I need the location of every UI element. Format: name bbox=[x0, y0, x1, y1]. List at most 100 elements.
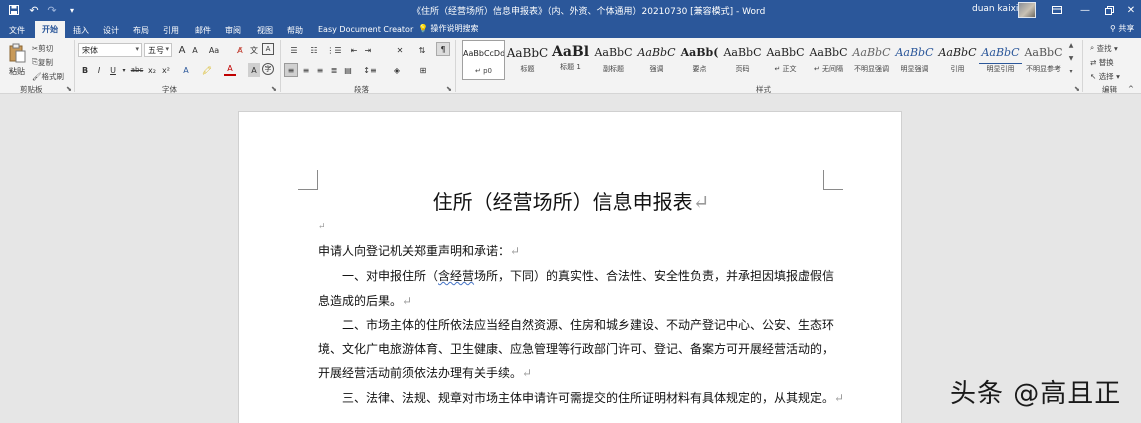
font-name-combo[interactable]: 宋体 ▾ bbox=[78, 43, 142, 57]
font-size-combo[interactable]: 五号 ▾ bbox=[144, 43, 172, 57]
justify-icon[interactable]: ≣ bbox=[328, 63, 340, 77]
style-page-number[interactable]: AaBbC 页码 bbox=[721, 40, 764, 80]
format-painter-button[interactable]: 🖌 格式刷 bbox=[32, 69, 64, 83]
highlight-icon[interactable]: 🖍 bbox=[200, 63, 214, 77]
style-heading-1[interactable]: AaBl 标题 1 bbox=[549, 40, 592, 80]
tab-layout[interactable]: 布局 bbox=[130, 23, 152, 38]
show-marks-icon[interactable]: ¶ bbox=[436, 42, 450, 56]
style-name: 引用 bbox=[950, 65, 965, 73]
styles-launcher-icon[interactable]: ⬊ bbox=[1074, 85, 1080, 93]
decrease-indent-icon[interactable]: ⇤ bbox=[348, 43, 360, 57]
paragraph-2-line-3[interactable]: 开展经营活动前须依法办理有关手续。↵ bbox=[318, 364, 532, 381]
style-subtitle[interactable]: AaBbC 副标题 bbox=[592, 40, 635, 80]
style-intense-quote[interactable]: AaBbC 明显引用 bbox=[979, 40, 1022, 80]
line-spacing-icon[interactable]: ↕≡ bbox=[362, 63, 378, 77]
tab-references[interactable]: 引用 bbox=[160, 23, 182, 38]
style-p0[interactable]: AaBbCcDdI ↵ p0 bbox=[462, 40, 505, 80]
tab-view[interactable]: 视图 bbox=[254, 23, 276, 38]
style-subtle-emphasis[interactable]: AaBbC 不明显强调 bbox=[850, 40, 893, 80]
find-button[interactable]: ⌕ 查找 ▾ bbox=[1090, 41, 1118, 55]
paragraph-2-line-2[interactable]: 境、文化广电旅游体育、卫生健康、应急管理等行政部门许可、登记、备案方可开展经营活… bbox=[318, 340, 834, 357]
paste-icon[interactable] bbox=[6, 42, 28, 64]
strikethrough-button[interactable]: abc bbox=[130, 63, 144, 77]
intro-paragraph[interactable]: 申请人向登记机关郑重声明和承诺：↵ bbox=[318, 242, 520, 259]
ribbon-display-icon[interactable] bbox=[1043, 0, 1071, 20]
avatar[interactable] bbox=[1018, 2, 1036, 18]
character-shading-icon[interactable]: A bbox=[248, 63, 260, 77]
style-normal[interactable]: AaBbC ↵ 正文 bbox=[764, 40, 807, 80]
collapse-ribbon-icon[interactable]: ^ bbox=[1128, 82, 1134, 96]
paragraph-launcher-icon[interactable]: ⬊ bbox=[446, 85, 452, 93]
style-emphasis[interactable]: AaBbC 强调 bbox=[635, 40, 678, 80]
share-button[interactable]: ⚲ 共享 bbox=[1110, 23, 1134, 34]
clear-format-icon[interactable]: A̸ bbox=[234, 43, 246, 57]
style-intense-emphasis[interactable]: AaBbC 明显强调 bbox=[893, 40, 936, 80]
document-title[interactable]: 住所（经营场所）信息申报表↵ bbox=[239, 186, 903, 215]
style-no-spacing[interactable]: AaBbC ↵ 无间隔 bbox=[807, 40, 850, 80]
chevron-down-icon[interactable]: ▾ bbox=[120, 63, 128, 77]
subscript-button[interactable]: x₂ bbox=[146, 63, 158, 77]
gallery-more-icon[interactable]: ▾ bbox=[1066, 68, 1076, 75]
customize-qat-icon[interactable]: ▾ bbox=[64, 2, 80, 18]
tell-me-search[interactable]: 💡 操作说明搜索 bbox=[418, 23, 479, 34]
paste-button[interactable]: 粘贴 bbox=[6, 64, 28, 78]
undo-icon[interactable]: ↶ bbox=[26, 2, 42, 18]
style-subtle-reference[interactable]: AaBbC 不明显参考 bbox=[1022, 40, 1065, 80]
tab-easy-document-creator[interactable]: Easy Document Creator bbox=[318, 23, 413, 38]
close-icon[interactable]: ✕ bbox=[1117, 0, 1141, 20]
save-icon[interactable] bbox=[6, 2, 22, 18]
style-title[interactable]: AaBbC 标题 bbox=[506, 40, 549, 80]
select-button[interactable]: ↖ 选择 ▾ bbox=[1090, 69, 1120, 83]
multilevel-list-icon[interactable]: ⋮☰ bbox=[326, 43, 342, 57]
paragraph-mark: ↵ bbox=[402, 294, 413, 308]
document-page[interactable]: 住所（经营场所）信息申报表↵ ↵ 申请人向登记机关郑重声明和承诺：↵ 一、对申报… bbox=[238, 111, 902, 423]
phonetic-guide-icon[interactable]: 文 bbox=[248, 43, 260, 57]
paragraph-1-line-2[interactable]: 息造成的后果。↵ bbox=[318, 292, 412, 309]
empty-paragraph[interactable]: ↵ bbox=[318, 218, 326, 232]
paragraph-1-line-1[interactable]: 一、对申报住所（含经营场所，下同）的真实性、合法性、安全性负责，并承担因填报虚假… bbox=[342, 267, 834, 284]
gallery-down-icon[interactable]: ▼ bbox=[1066, 55, 1076, 62]
replace-button[interactable]: ⇄ 替换 bbox=[1090, 55, 1114, 69]
tab-insert[interactable]: 插入 bbox=[70, 23, 92, 38]
distributed-icon[interactable]: ▤ bbox=[342, 63, 354, 77]
tab-design[interactable]: 设计 bbox=[100, 23, 122, 38]
borders-icon[interactable]: ⊞ bbox=[416, 63, 430, 77]
align-right-icon[interactable]: ≡ bbox=[314, 63, 326, 77]
enclose-character-icon[interactable]: 字 bbox=[262, 63, 274, 75]
text-effects-icon[interactable]: A bbox=[180, 63, 192, 77]
paragraph-2-line-1[interactable]: 二、市场主体的住所依法应当经自然资源、住房和城乡建设、不动产登记中心、公安、生态… bbox=[342, 316, 834, 333]
redo-icon[interactable]: ↷ bbox=[44, 2, 60, 18]
increase-indent-icon[interactable]: ⇥ bbox=[362, 43, 374, 57]
change-case-button[interactable]: Aa bbox=[205, 43, 223, 57]
font-color-icon[interactable]: A bbox=[224, 63, 236, 76]
gallery-up-icon[interactable]: ▲ bbox=[1066, 42, 1076, 49]
bullets-icon[interactable]: ☰ bbox=[286, 43, 302, 57]
style-strong[interactable]: AaBb( 要点 bbox=[678, 40, 721, 80]
sort-icon[interactable]: ⇅ bbox=[416, 43, 428, 57]
cut-button[interactable]: ✂ 剪切 bbox=[32, 41, 53, 55]
tab-help[interactable]: 帮助 bbox=[284, 23, 306, 38]
copy-button[interactable]: ⎘ 复制 bbox=[32, 55, 53, 69]
align-left-icon[interactable]: ≡ bbox=[284, 63, 298, 77]
tab-mailings[interactable]: 邮件 bbox=[192, 23, 214, 38]
character-border-icon[interactable]: A bbox=[262, 43, 274, 55]
grow-font-button[interactable]: A bbox=[176, 43, 188, 57]
tab-home[interactable]: 开始 bbox=[35, 21, 65, 38]
font-launcher-icon[interactable]: ⬊ bbox=[271, 85, 277, 93]
underline-button[interactable]: U bbox=[108, 63, 118, 77]
tab-file[interactable]: 文件 bbox=[6, 23, 28, 38]
chinese-layout-icon[interactable]: ✕ bbox=[392, 43, 408, 57]
italic-button[interactable]: I bbox=[94, 63, 104, 77]
superscript-button[interactable]: x² bbox=[160, 63, 172, 77]
shrink-font-button[interactable]: A bbox=[189, 43, 201, 57]
replace-label: 替换 bbox=[1098, 57, 1114, 67]
style-quote[interactable]: AaBbC 引用 bbox=[936, 40, 979, 80]
paragraph-3-line-1[interactable]: 三、法律、法规、规章对市场主体申请许可需提交的住所证明材料有具体规定的，从其规定… bbox=[342, 389, 844, 406]
bold-button[interactable]: B bbox=[80, 63, 90, 77]
align-center-icon[interactable]: ≡ bbox=[300, 63, 312, 77]
user-name[interactable]: duan kaixin bbox=[972, 4, 1024, 14]
clipboard-launcher-icon[interactable]: ⬊ bbox=[66, 85, 72, 93]
shading-icon[interactable]: ◈ bbox=[390, 63, 404, 77]
tab-review[interactable]: 审阅 bbox=[222, 23, 244, 38]
numbering-icon[interactable]: ☷ bbox=[306, 43, 322, 57]
